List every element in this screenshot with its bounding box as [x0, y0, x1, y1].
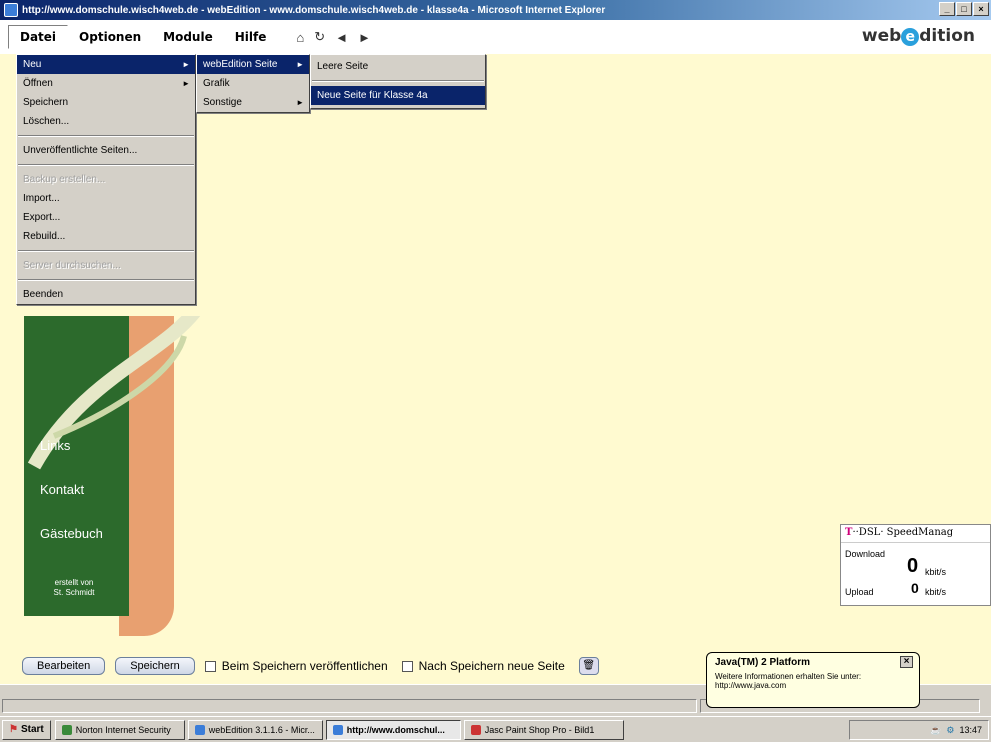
- webedition-logo: web e dition: [861, 26, 975, 46]
- menu-separator: [18, 164, 194, 166]
- menu-item-server-search: Server durchsuchen...: [23, 260, 121, 271]
- java-balloon-tip: Java(TM) 2 Platform Weitere Informatione…: [706, 652, 920, 708]
- menu-separator: [18, 250, 194, 252]
- save-button[interactable]: Speichern: [115, 657, 195, 675]
- menu-item-sonstige[interactable]: Sonstige ►: [197, 93, 309, 112]
- menu-separator: [18, 279, 194, 281]
- home-icon[interactable]: ⌂: [291, 30, 309, 45]
- task-browser[interactable]: http://www.domschul...: [325, 719, 461, 740]
- dsl-title: T··DSL· SpeedManag: [841, 525, 990, 543]
- reload-icon[interactable]: ↻: [309, 29, 330, 45]
- dsl-upload-label: Upload: [845, 587, 874, 597]
- menu-item-neue-seite-klasse-4a[interactable]: Neue Seite für Klasse 4a: [311, 86, 485, 105]
- dsl-download-value: 0: [907, 555, 919, 577]
- minimize-button[interactable]: _: [939, 2, 955, 16]
- sidebar-link-gaestebuch[interactable]: Gästebuch: [40, 526, 103, 541]
- site-sidebar: Links Kontakt Gästebuch erstellt von St.…: [24, 316, 212, 636]
- balloon-title: Java(TM) 2 Platform: [715, 657, 811, 668]
- dsl-speedmanager-widget: T··DSL· SpeedManag Download 0 kbit/s Upl…: [840, 524, 991, 606]
- menu-item-backup: Backup erstellen...: [23, 174, 106, 185]
- menu-item-import[interactable]: Import...: [17, 189, 195, 208]
- newpage-checkbox-label: Nach Speichern neue Seite: [418, 659, 565, 673]
- menu-item-beenden[interactable]: Beenden: [17, 285, 195, 304]
- status-pane-main: [2, 699, 697, 713]
- menu-item-speichern[interactable]: Speichern: [17, 93, 195, 112]
- taskbar: ⚑ Start Norton Internet Security webEditi…: [0, 716, 991, 742]
- menu-item-loeschen[interactable]: Löschen...: [17, 112, 195, 131]
- balloon-line1: Weitere Informationen erhalten Sie unter…: [715, 672, 862, 681]
- menu-item-webedition-seite[interactable]: webEdition Seite ►: [197, 55, 309, 74]
- dsl-upload-unit: kbit/s: [925, 587, 947, 597]
- clock: 13:47: [959, 725, 982, 735]
- tray-network-icon[interactable]: ⚙: [946, 725, 954, 736]
- menu-item-unpublished[interactable]: Unveröffentlichte Seiten...: [17, 141, 195, 160]
- publish-checkbox-label: Beim Speichern veröffentlichen: [221, 659, 388, 673]
- sidebar-credit-line2: St. Schmidt: [53, 588, 95, 597]
- window-title: http://www.domschule.wisch4web.de - webE…: [22, 4, 606, 16]
- edit-button[interactable]: Bearbeiten: [22, 657, 106, 675]
- menu-item-neu[interactable]: Neu ►: [17, 55, 195, 74]
- menu-module[interactable]: Module: [152, 26, 224, 48]
- sidebar-link-kontakt[interactable]: Kontakt: [40, 482, 84, 497]
- file-menu: Neu ► Öffnen ► Speichern Löschen... Unverö…: [16, 54, 196, 305]
- tray-java-icon[interactable]: ☕: [930, 725, 941, 736]
- system-tray: ☕ ⚙ 13:47: [849, 720, 989, 740]
- balloon-line2[interactable]: http://www.java.com: [715, 681, 911, 690]
- neu-submenu: webEdition Seite ► Grafik Sonstige ►: [196, 54, 310, 113]
- task-webedition[interactable]: webEdition 3.1.1.6 - Micr...: [187, 719, 323, 740]
- back-icon[interactable]: ◄: [330, 30, 353, 45]
- start-button[interactable]: ⚑ Start: [2, 719, 51, 740]
- newpage-checkbox[interactable]: Nach Speichern neue Seite: [401, 659, 565, 673]
- menu-datei[interactable]: Datei: [8, 25, 69, 49]
- task-norton[interactable]: Norton Internet Security: [54, 719, 185, 740]
- task-paintshop[interactable]: Jasc Paint Shop Pro - Bild1: [463, 719, 624, 740]
- webedition-seite-submenu: Leere Seite Neue Seite für Klasse 4a: [310, 54, 486, 109]
- ie-icon: [4, 3, 18, 17]
- maximize-button[interactable]: □: [956, 2, 972, 16]
- trash-icon[interactable]: 🗑: [578, 657, 599, 675]
- sidebar-credit-line1: erstellt von: [54, 578, 94, 587]
- balloon-close-button[interactable]: ×: [900, 656, 913, 668]
- dsl-upload-value: 0: [911, 580, 919, 596]
- menu-bar: Datei Optionen Module Hilfe ⌂ ↻ ◄ ► web e…: [0, 20, 991, 54]
- newpage-checkbox-box[interactable]: [401, 660, 413, 672]
- forward-icon[interactable]: ►: [353, 30, 376, 45]
- menu-hilfe[interactable]: Hilfe: [224, 26, 278, 48]
- menu-item-grafik[interactable]: Grafik: [197, 74, 309, 93]
- sidebar-link-links[interactable]: Links: [40, 438, 70, 453]
- menu-item-leere-seite[interactable]: Leere Seite: [311, 57, 485, 76]
- menu-separator: [312, 80, 484, 82]
- menu-optionen[interactable]: Optionen: [68, 26, 152, 48]
- title-bar: http://www.domschule.wisch4web.de - webE…: [0, 0, 991, 20]
- menu-item-rebuild[interactable]: Rebuild...: [17, 227, 195, 246]
- menu-separator: [18, 135, 194, 137]
- publish-checkbox-box[interactable]: [204, 660, 216, 672]
- dsl-download-label: Download: [845, 549, 886, 559]
- close-button[interactable]: ×: [973, 2, 989, 16]
- dsl-download-unit: kbit/s: [925, 567, 947, 577]
- menu-item-export[interactable]: Export...: [17, 208, 195, 227]
- publish-checkbox[interactable]: Beim Speichern veröffentlichen: [204, 659, 388, 673]
- menu-item-oeffnen[interactable]: Öffnen ►: [17, 74, 195, 93]
